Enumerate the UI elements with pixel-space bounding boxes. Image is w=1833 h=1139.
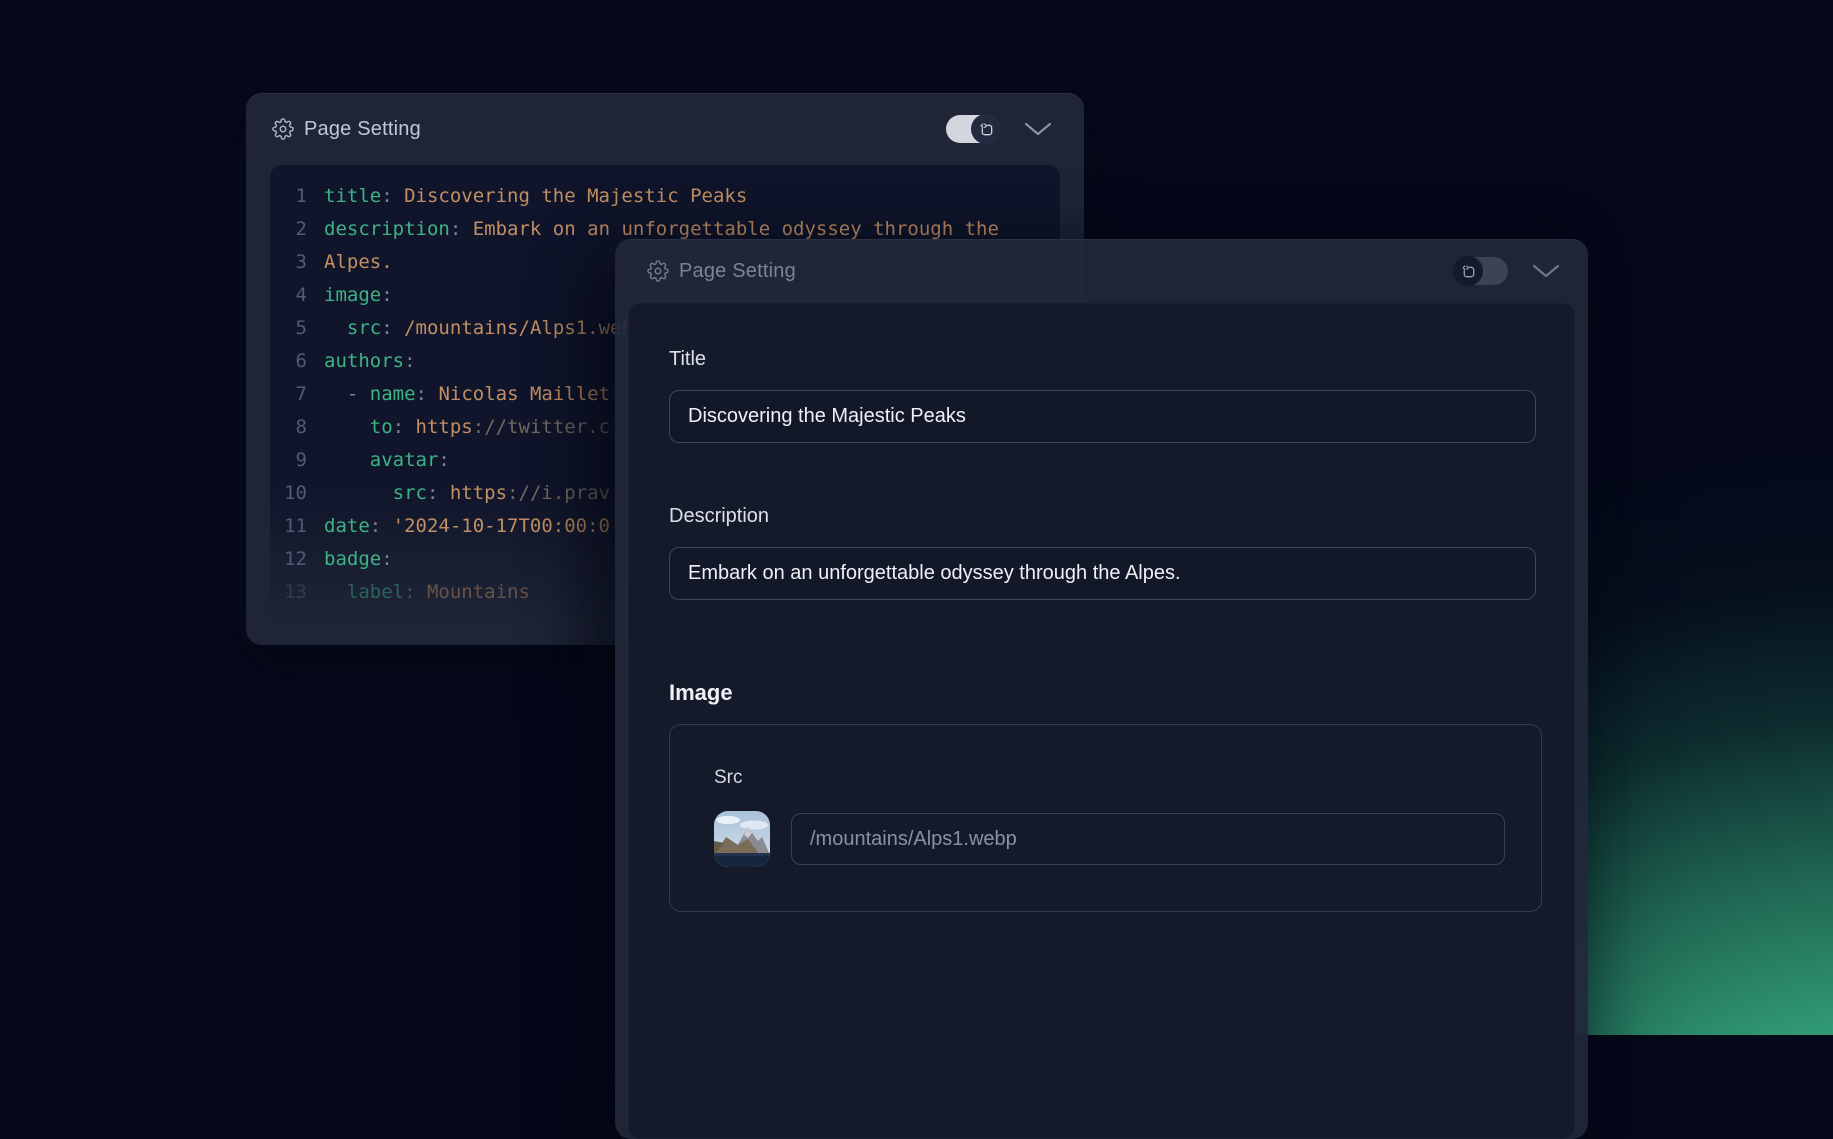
code-text: authors: (307, 345, 416, 378)
toggle-thumb (1453, 256, 1483, 286)
panel-header: Page Setting (615, 239, 1588, 303)
code-text: to: https://twitter.c (307, 411, 610, 444)
code-text: Alpes. (307, 246, 393, 279)
line-number: 4 (270, 279, 307, 312)
toggle-thumb (971, 114, 1001, 144)
panel-title: Page Setting (679, 260, 796, 283)
code-text: title: Discovering the Majestic Peaks (307, 180, 747, 213)
image-section-heading: Image (669, 680, 1534, 706)
gear-icon (272, 118, 294, 140)
line-number: 10 (270, 477, 307, 510)
line-number: 2 (270, 213, 307, 246)
src-field-label: Src (714, 767, 1505, 789)
code-view-icon (1461, 264, 1476, 279)
code-text: src: /mountains/Alps1.webp (307, 312, 644, 345)
line-number: 1 (270, 180, 307, 213)
gear-icon (647, 260, 669, 282)
line-number: 5 (270, 312, 307, 345)
description-field-label: Description (669, 505, 1534, 528)
code-text: badge: (307, 543, 393, 576)
image-src-input[interactable] (791, 813, 1505, 865)
page-setting-panel-form-view: Page Setting Title Description Image (615, 239, 1588, 1139)
image-group-box: Src (669, 724, 1542, 912)
page-setting-form: Title Description Image Src (628, 303, 1575, 1139)
line-number: 3 (270, 246, 307, 279)
code-text: label: Mountains (307, 576, 530, 609)
code-text: date: '2024-10-17T00:00:0 (307, 510, 610, 543)
panel-title: Page Setting (304, 118, 421, 141)
line-number: 13 (270, 576, 307, 609)
code-line: 1title: Discovering the Majestic Peaks (270, 180, 1060, 213)
title-field-label: Title (669, 348, 1534, 371)
mountain-photo-thumbnail[interactable] (714, 811, 770, 867)
code-text: avatar: (307, 444, 450, 477)
code-text: image: (307, 279, 393, 312)
line-number: 8 (270, 411, 307, 444)
code-view-icon (979, 122, 994, 137)
panel-header: Page Setting (246, 93, 1084, 165)
code-view-toggle[interactable] (946, 115, 1000, 143)
title-input[interactable] (669, 390, 1536, 443)
description-input[interactable] (669, 547, 1536, 600)
line-number: 9 (270, 444, 307, 477)
chevron-down-icon[interactable] (1532, 264, 1560, 278)
chevron-down-icon[interactable] (1024, 122, 1052, 136)
line-number: 7 (270, 378, 307, 411)
line-number: 6 (270, 345, 307, 378)
code-text: src: https://i.prav (307, 477, 610, 510)
code-text: - name: Nicolas Maillet (307, 378, 610, 411)
line-number: 11 (270, 510, 307, 543)
line-number: 12 (270, 543, 307, 576)
code-view-toggle[interactable] (1454, 257, 1508, 285)
